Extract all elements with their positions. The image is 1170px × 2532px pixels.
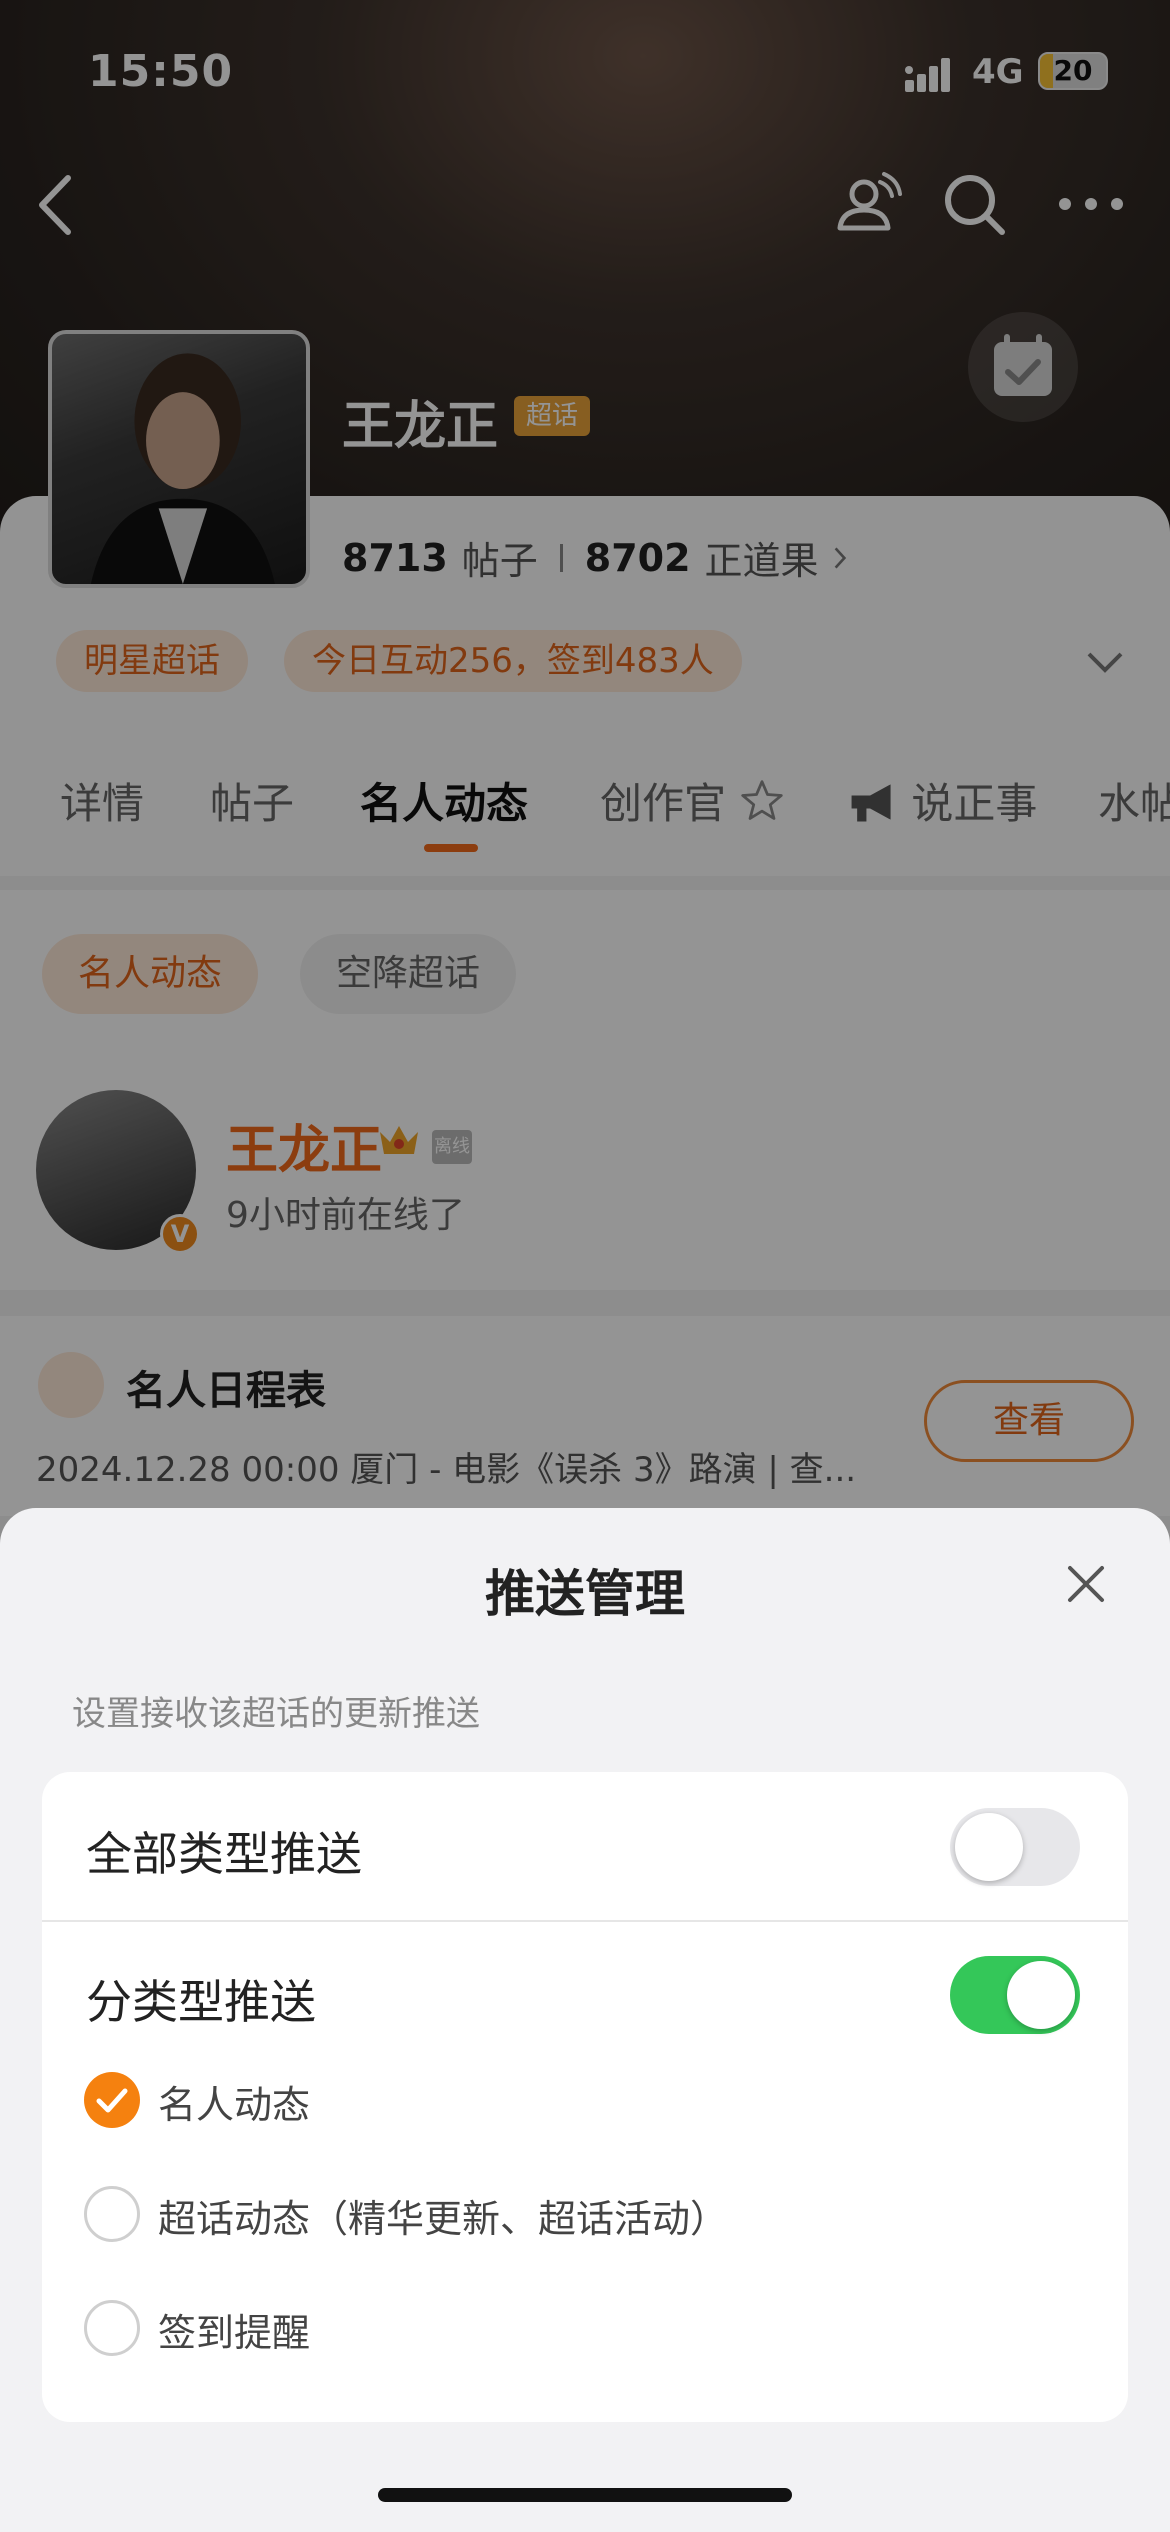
option-checkin-reminder[interactable]: 签到提醒 [84, 2298, 684, 2356]
option-topic-updates[interactable]: 超话动态（精华更新、超话活动） [84, 2184, 884, 2242]
close-icon[interactable] [1062, 1560, 1110, 1608]
option-label: 超话动态（精华更新、超话活动） [158, 2197, 729, 2241]
check-icon [96, 2088, 128, 2113]
checkbox-unchecked[interactable] [84, 2300, 140, 2356]
home-indicator [378, 2488, 792, 2502]
option-label: 签到提醒 [158, 2311, 311, 2355]
all-push-toggle[interactable] [950, 1808, 1080, 1886]
checkbox-unchecked[interactable] [84, 2186, 140, 2242]
toggle-knob [1007, 1961, 1075, 2029]
option-celebrity-updates[interactable]: 名人动态 [84, 2070, 684, 2128]
category-push-toggle[interactable] [950, 1956, 1080, 2034]
all-push-label: 全部类型推送 [86, 1827, 362, 1881]
checkbox-checked[interactable] [84, 2072, 140, 2128]
push-options-panel: 全部类型推送 分类型推送 名人动态 超话动态（精华更新、超话活动） 签到提醒 [42, 1772, 1128, 2422]
row-divider [42, 1920, 1128, 1922]
category-push-label: 分类型推送 [86, 1975, 316, 2029]
sheet-subtitle: 设置接收该超话的更新推送 [72, 1694, 480, 1734]
toggle-knob [955, 1813, 1023, 1881]
option-label: 名人动态 [158, 2083, 311, 2127]
sheet-title: 推送管理 [485, 1565, 685, 1623]
push-settings-sheet: 推送管理 设置接收该超话的更新推送 全部类型推送 分类型推送 名人动态 超话动态… [0, 1508, 1170, 2532]
